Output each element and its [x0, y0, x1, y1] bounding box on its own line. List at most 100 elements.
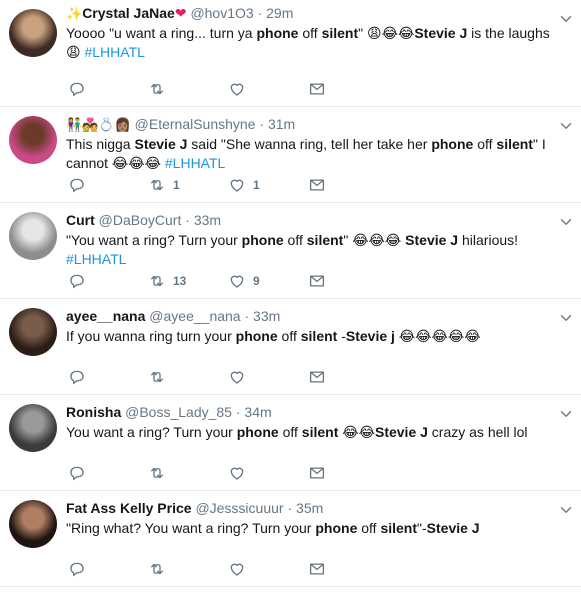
username[interactable]: @hov1O3 [190, 5, 253, 21]
avatar[interactable] [9, 116, 57, 164]
avatar[interactable] [9, 308, 57, 356]
tweet[interactable]: ✨Crystal JaNae❤ @hov1O3 · 29m Yoooo "u wa… [0, 0, 581, 107]
timestamp[interactable]: 33m [253, 308, 280, 324]
direct-message-button[interactable] [308, 80, 388, 98]
username[interactable]: @EternalSunshyne [135, 116, 256, 132]
reply-button[interactable] [68, 368, 148, 386]
direct-message-button[interactable] [308, 464, 388, 482]
reply-icon [70, 466, 84, 481]
timestamp[interactable]: 31m [268, 116, 295, 132]
avatar[interactable] [9, 404, 57, 452]
tweet-menu-button[interactable] [557, 10, 572, 24]
retweet-count: 13 [173, 274, 187, 288]
avatar[interactable] [9, 9, 57, 57]
tweet-header: Fat Ass Kelly Price @Jesssicuuur · 35m [66, 499, 581, 518]
tweet[interactable]: ayee__nana @ayee__nana · 33m If you wanna… [0, 299, 581, 395]
tweet-menu-button[interactable] [557, 501, 572, 515]
envelope-icon [309, 275, 325, 287]
separator: · [185, 212, 190, 228]
tweet[interactable]: 👫💑💍👩🏽 @EternalSunshyne · 31m This nigga S… [0, 107, 581, 203]
tweet-header: Curt @DaBoyCurt · 33m [66, 211, 581, 230]
display-name[interactable]: Curt [66, 212, 95, 228]
display-name[interactable]: ayee__nana [66, 308, 145, 324]
retweet-button[interactable]: 13 [148, 272, 228, 290]
text-segment: hilarious! [458, 232, 519, 248]
direct-message-button[interactable] [308, 272, 388, 290]
tweet-menu-button[interactable] [557, 405, 572, 419]
hashtag-link[interactable]: #LHHATL [165, 155, 225, 171]
like-button[interactable] [228, 80, 308, 98]
highlighted-term: phone [235, 328, 278, 344]
reply-button[interactable] [68, 80, 148, 98]
tweet-text: This nigga Stevie J said "She wanna ring… [66, 135, 561, 173]
separator: · [235, 404, 241, 420]
tweet-text: "Ring what? You want a ring? Turn your p… [66, 519, 561, 538]
chevron-down-icon [560, 507, 572, 513]
reply-icon [70, 274, 84, 289]
name-emoji: 👫💑💍👩🏽 [66, 117, 131, 132]
chevron-down-icon [560, 411, 572, 417]
tweet-menu-button[interactable] [557, 117, 572, 131]
text-segment: said "She wanna ring, tell her take her [187, 136, 432, 152]
retweet-button[interactable] [148, 464, 228, 482]
chevron-down-icon [560, 219, 572, 225]
tweet-menu-button[interactable] [557, 309, 572, 323]
display-name[interactable]: Crystal JaNae [82, 5, 175, 21]
envelope-icon [309, 179, 325, 191]
highlighted-term: phone [236, 424, 279, 440]
highlighted-term: Stevie J [414, 25, 468, 41]
text-segment: off [278, 424, 302, 440]
retweet-count: 1 [173, 178, 180, 192]
timestamp[interactable]: 35m [296, 500, 323, 516]
retweet-button[interactable] [148, 560, 228, 578]
direct-message-button[interactable] [308, 176, 388, 194]
timestamp[interactable]: 33m [194, 212, 221, 228]
highlighted-term: Stevie J [405, 232, 459, 248]
retweet-button[interactable]: 1 [148, 176, 228, 194]
tweet[interactable]: Curt @DaBoyCurt · 33m "You want a ring? T… [0, 203, 581, 299]
display-name[interactable]: Fat Ass Kelly Price [66, 500, 192, 516]
tweet-menu-button[interactable] [557, 213, 572, 227]
retweet-button[interactable] [148, 80, 228, 98]
like-button[interactable]: 1 [228, 176, 308, 194]
reply-button[interactable] [68, 272, 148, 290]
highlighted-term: silent [301, 424, 339, 440]
text-segment: crazy as hell lol [427, 424, 528, 440]
display-name[interactable]: Ronisha [66, 404, 121, 420]
timestamp[interactable]: 34m [244, 404, 271, 420]
like-button[interactable] [228, 560, 308, 578]
name-emoji: ❤ [174, 5, 187, 21]
tweet[interactable]: Ronisha @Boss_Lady_85 · 34m You want a ri… [0, 395, 581, 491]
envelope-icon [309, 371, 325, 383]
highlighted-term: phone [315, 520, 358, 536]
reply-button[interactable] [68, 464, 148, 482]
avatar[interactable] [9, 500, 57, 548]
direct-message-button[interactable] [308, 560, 388, 578]
retweet-button[interactable] [148, 368, 228, 386]
username[interactable]: @DaBoyCurt [99, 212, 182, 228]
chevron-down-icon [560, 16, 572, 22]
text-segment: off [277, 328, 301, 344]
hashtag-link[interactable]: #LHHATL [84, 44, 144, 60]
direct-message-button[interactable] [308, 368, 388, 386]
avatar[interactable] [9, 212, 57, 260]
tweet-header: ayee__nana @ayee__nana · 33m [66, 307, 581, 326]
username[interactable]: @Boss_Lady_85 [125, 404, 232, 420]
username[interactable]: @Jesssicuuur [195, 500, 283, 516]
like-button[interactable] [228, 368, 308, 386]
retweet-icon [151, 467, 163, 479]
like-button[interactable] [228, 464, 308, 482]
envelope-icon [309, 83, 325, 95]
highlighted-term: Stevie J [374, 424, 428, 440]
text-segment: "Ring what? You want a ring? Turn your [66, 520, 316, 536]
tweet-text: Yoooo "u want a ring... turn ya phone of… [66, 24, 561, 62]
username[interactable]: @ayee__nana [149, 308, 240, 324]
tweet[interactable]: Fat Ass Kelly Price @Jesssicuuur · 35m "R… [0, 491, 581, 587]
reply-button[interactable] [68, 560, 148, 578]
reply-icon [70, 370, 84, 385]
timestamp[interactable]: 29m [266, 5, 293, 21]
envelope-icon [309, 563, 325, 575]
reply-button[interactable] [68, 176, 148, 194]
like-button[interactable]: 9 [228, 272, 308, 290]
hashtag-link[interactable]: #LHHATL [66, 251, 126, 267]
